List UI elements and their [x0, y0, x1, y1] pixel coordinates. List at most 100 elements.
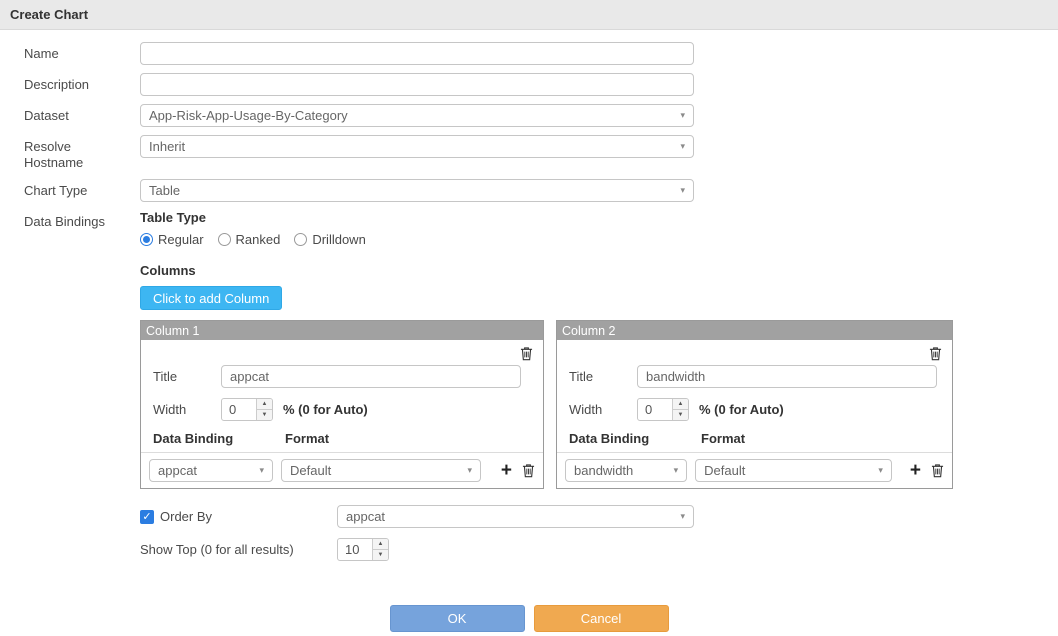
chart-type-label: Chart Type	[0, 179, 140, 202]
dataset-label: Dataset	[0, 104, 140, 127]
radio-regular[interactable]: Regular	[140, 232, 204, 247]
form-area: Name Description Dataset App-Risk-App-Us…	[0, 30, 1058, 561]
trash-icon	[931, 463, 944, 478]
order-by-checkbox[interactable]: ✓	[140, 510, 154, 524]
data-bindings-content: Table Type Regular Ranked Drilldown	[140, 210, 953, 561]
chart-type-row: Chart Type Table ▾	[0, 179, 1058, 202]
width-hint: % (0 for Auto)	[283, 402, 368, 417]
table-type-radios: Regular Ranked Drilldown	[140, 232, 953, 247]
radio-dot-icon	[294, 233, 307, 246]
format-value: Default	[290, 463, 461, 478]
column-2-format-dropdown[interactable]: Default ▾	[695, 459, 892, 482]
order-by-value: appcat	[346, 509, 674, 524]
chevron-down-icon: ▾	[674, 511, 685, 522]
delete-column-button[interactable]	[929, 346, 942, 361]
column-1-title-input[interactable]	[221, 365, 521, 388]
show-top-stepper[interactable]: 10 ▲ ▼	[337, 538, 389, 561]
trash-icon	[929, 346, 942, 361]
title-label: Title	[149, 369, 221, 384]
column-2-binding-row: bandwidth ▾ Default ▾ +	[557, 452, 952, 488]
column-1-binding-dropdown[interactable]: appcat ▾	[149, 459, 273, 482]
format-value: Default	[704, 463, 872, 478]
resolve-hostname-value: Inherit	[149, 139, 674, 154]
chevron-down-icon: ▾	[253, 465, 264, 476]
resolve-hostname-label: Resolve Hostname	[0, 135, 140, 171]
column-2-body: Title Width 0 ▲ ▼	[557, 340, 952, 488]
data-binding-label: Data Binding	[149, 431, 285, 446]
radio-ranked[interactable]: Ranked	[218, 232, 281, 247]
binding-value: bandwidth	[574, 463, 668, 478]
title-label: Title	[565, 369, 637, 384]
format-label: Format	[285, 431, 329, 446]
dialog-title: Create Chart	[0, 0, 1058, 30]
chevron-down-icon: ▾	[674, 141, 685, 152]
data-binding-label: Data Binding	[565, 431, 701, 446]
radio-drilldown-label: Drilldown	[312, 232, 365, 247]
format-label: Format	[701, 431, 745, 446]
chevron-down-icon: ▾	[668, 465, 679, 476]
chevron-down-icon: ▾	[461, 465, 472, 476]
name-input[interactable]	[140, 42, 694, 65]
column-1-binding-row: appcat ▾ Default ▾ +	[141, 452, 543, 488]
show-top-label: Show Top (0 for all results)	[140, 542, 337, 557]
chevron-down-icon: ▾	[674, 185, 685, 196]
data-bindings-row: Data Bindings Table Type Regular Ranked …	[0, 210, 1058, 561]
width-hint: % (0 for Auto)	[699, 402, 784, 417]
spinner-down-icon[interactable]: ▼	[257, 410, 272, 420]
spinner-up-icon[interactable]: ▲	[373, 539, 388, 550]
spinner-up-icon[interactable]: ▲	[673, 399, 688, 410]
dialog-footer: OK Cancel	[0, 605, 1058, 632]
chart-type-dropdown[interactable]: Table ▾	[140, 179, 694, 202]
column-2-width-stepper[interactable]: 0 ▲ ▼	[637, 398, 689, 421]
width-value: 0	[222, 399, 256, 420]
ok-button[interactable]: OK	[390, 605, 525, 632]
column-panel-2: Column 2	[556, 320, 953, 489]
column-2-binding-dropdown[interactable]: bandwidth ▾	[565, 459, 687, 482]
create-chart-dialog: Create Chart Name Description Dataset Ap…	[0, 0, 1058, 636]
order-by-label: Order By	[160, 509, 212, 524]
show-top-row: Show Top (0 for all results) 10 ▲ ▼	[140, 538, 953, 561]
resolve-hostname-dropdown[interactable]: Inherit ▾	[140, 135, 694, 158]
column-panel-1: Column 1	[140, 320, 544, 489]
order-by-row: ✓ Order By appcat ▾	[140, 505, 953, 528]
radio-dot-icon	[140, 233, 153, 246]
width-label: Width	[149, 402, 221, 417]
radio-ranked-label: Ranked	[236, 232, 281, 247]
description-label: Description	[0, 73, 140, 96]
delete-column-button[interactable]	[520, 346, 533, 361]
dataset-row: Dataset App-Risk-App-Usage-By-Category ▾	[0, 104, 1058, 127]
name-row: Name	[0, 42, 1058, 65]
dataset-dropdown[interactable]: App-Risk-App-Usage-By-Category ▾	[140, 104, 694, 127]
radio-dot-icon	[218, 233, 231, 246]
columns-label: Columns	[140, 263, 953, 278]
delete-binding-button[interactable]	[931, 463, 944, 478]
radio-regular-label: Regular	[158, 232, 204, 247]
trash-icon	[522, 463, 535, 478]
column-1-header: Column 1	[141, 321, 543, 340]
radio-drilldown[interactable]: Drilldown	[294, 232, 365, 247]
width-value: 0	[638, 399, 672, 420]
dataset-value: App-Risk-App-Usage-By-Category	[149, 108, 674, 123]
column-1-format-dropdown[interactable]: Default ▾	[281, 459, 481, 482]
trash-icon	[520, 346, 533, 361]
binding-value: appcat	[158, 463, 253, 478]
spinner-down-icon[interactable]: ▼	[373, 550, 388, 560]
chart-type-value: Table	[149, 183, 674, 198]
column-panels: Column 1	[140, 320, 953, 489]
add-column-button[interactable]: Click to add Column	[140, 286, 282, 310]
chevron-down-icon: ▾	[674, 110, 685, 121]
delete-binding-button[interactable]	[522, 463, 535, 478]
resolve-hostname-row: Resolve Hostname Inherit ▾	[0, 135, 1058, 171]
cancel-button[interactable]: Cancel	[534, 605, 669, 632]
add-binding-button[interactable]: +	[908, 464, 923, 478]
column-2-title-input[interactable]	[637, 365, 937, 388]
checkmark-icon: ✓	[142, 510, 151, 523]
width-label: Width	[565, 402, 637, 417]
order-by-dropdown[interactable]: appcat ▾	[337, 505, 694, 528]
spinner-up-icon[interactable]: ▲	[257, 399, 272, 410]
add-binding-button[interactable]: +	[499, 464, 514, 478]
show-top-value: 10	[338, 539, 372, 560]
column-1-width-stepper[interactable]: 0 ▲ ▼	[221, 398, 273, 421]
description-input[interactable]	[140, 73, 694, 96]
spinner-down-icon[interactable]: ▼	[673, 410, 688, 420]
